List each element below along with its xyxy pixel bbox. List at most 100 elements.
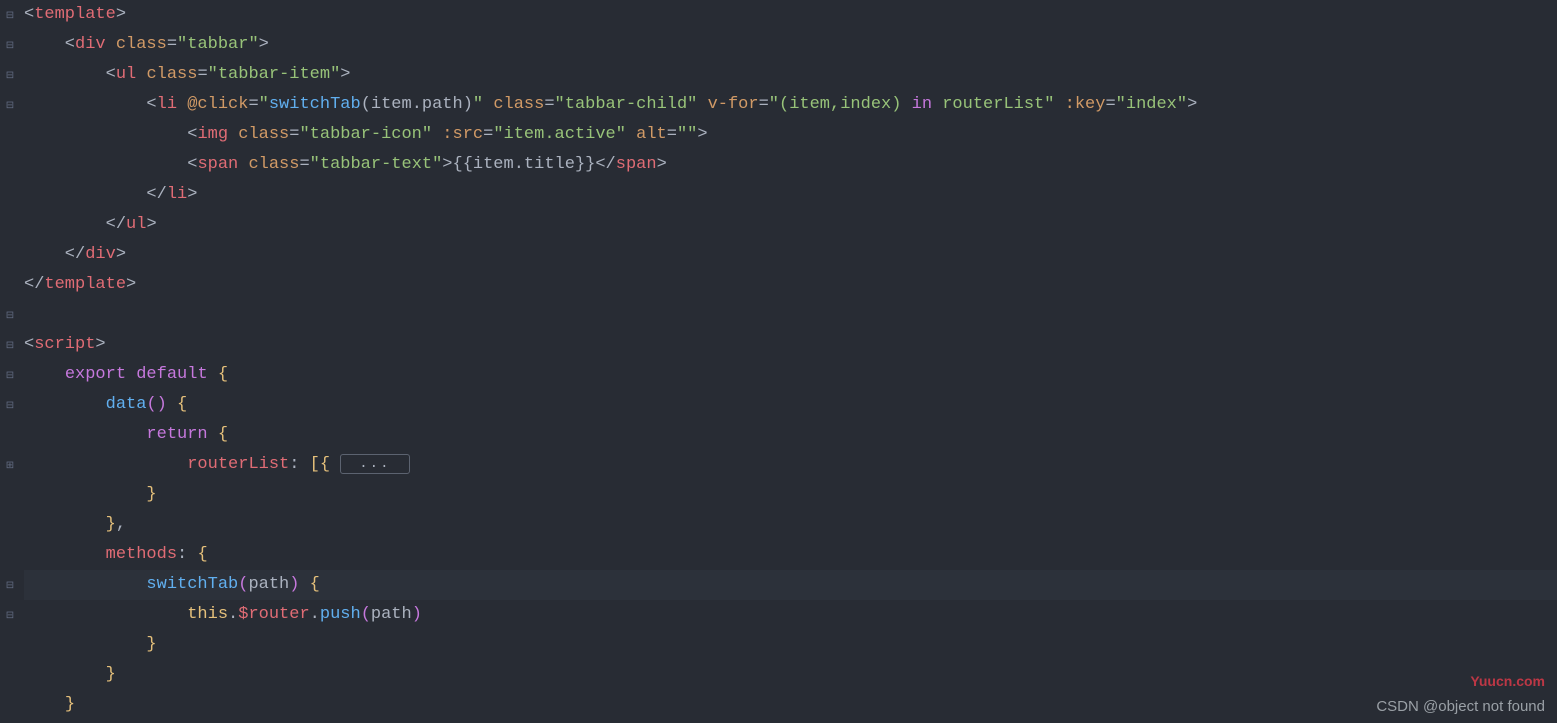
code-token: > (259, 35, 269, 54)
code-token: data (106, 395, 147, 414)
code-token: class (248, 155, 299, 174)
code-line[interactable]: </template> (24, 270, 1557, 300)
fold-gutter[interactable] (0, 0, 20, 723)
code-line[interactable]: }, (24, 510, 1557, 540)
code-token: { (218, 365, 228, 384)
code-line[interactable]: export default { (24, 360, 1557, 390)
fold-collapse-icon[interactable] (0, 0, 20, 30)
code-token: [{ (310, 455, 341, 474)
code-token (24, 485, 146, 504)
code-token: span (616, 155, 657, 174)
code-line[interactable]: <span class="tabbar-text">{{item.title}}… (24, 150, 1557, 180)
gutter-blank (0, 510, 20, 540)
gutter-blank (0, 630, 20, 660)
code-token: = (299, 155, 309, 174)
code-token: ( (238, 575, 248, 594)
folded-region[interactable]: ... (340, 454, 409, 474)
fold-collapse-icon[interactable] (0, 600, 20, 630)
code-line[interactable]: routerList: [{ ... (24, 450, 1557, 480)
fold-expand-icon[interactable] (0, 450, 20, 480)
code-line[interactable]: this.$router.push(path) (24, 600, 1557, 630)
code-token: . (514, 155, 524, 174)
code-token: = (1105, 95, 1115, 114)
code-token: path (371, 605, 412, 624)
code-token: title (524, 155, 575, 174)
code-token: "" (677, 125, 697, 144)
code-line[interactable]: switchTab(path) { (24, 570, 1557, 600)
code-token: div (75, 35, 116, 54)
code-token: >{{ (442, 155, 473, 174)
code-token: template (34, 5, 116, 24)
code-token: </ (24, 215, 126, 234)
gutter-blank (0, 660, 20, 690)
gutter-blank (0, 270, 20, 300)
code-token: = (483, 125, 493, 144)
code-token: } (106, 515, 116, 534)
gutter-blank (0, 540, 20, 570)
code-token: } (146, 485, 156, 504)
code-editor[interactable]: <template> <div class="tabbar"> <ul clas… (0, 0, 1557, 723)
code-line[interactable]: </div> (24, 240, 1557, 270)
gutter-blank (0, 210, 20, 240)
code-token: ul (126, 215, 146, 234)
code-token: div (85, 245, 116, 264)
fold-collapse-icon[interactable] (0, 300, 20, 330)
code-token: = (167, 35, 177, 54)
code-token (24, 665, 106, 684)
code-token: v-for (708, 95, 759, 114)
code-line[interactable]: <li @click="switchTab(item.path)" class=… (24, 90, 1557, 120)
code-token: > (116, 5, 126, 24)
code-line[interactable]: return { (24, 420, 1557, 450)
fold-collapse-icon[interactable] (0, 60, 20, 90)
code-line[interactable]: <img class="tabbar-icon" :src="item.acti… (24, 120, 1557, 150)
code-token: :src (442, 125, 483, 144)
fold-collapse-icon[interactable] (0, 390, 20, 420)
code-token: > (116, 245, 126, 264)
fold-collapse-icon[interactable] (0, 330, 20, 360)
gutter-blank (0, 480, 20, 510)
fold-collapse-icon[interactable] (0, 30, 20, 60)
code-token: . (228, 605, 238, 624)
code-token: ) (412, 605, 422, 624)
code-line[interactable]: methods: { (24, 540, 1557, 570)
fold-collapse-icon[interactable] (0, 90, 20, 120)
code-line[interactable]: } (24, 690, 1557, 720)
code-line[interactable]: } (24, 630, 1557, 660)
code-line[interactable]: <div class="tabbar"> (24, 30, 1557, 60)
code-token: { (310, 575, 320, 594)
code-line[interactable]: <template> (24, 0, 1557, 30)
code-token: = (248, 95, 258, 114)
code-token: . (412, 95, 422, 114)
code-token: switchTab (146, 575, 238, 594)
code-token (24, 575, 146, 594)
code-token: this (187, 605, 228, 624)
code-line[interactable]: <script> (24, 330, 1557, 360)
code-line[interactable]: data() { (24, 390, 1557, 420)
code-token: , (116, 515, 126, 534)
code-line[interactable]: </ul> (24, 210, 1557, 240)
code-token: in (912, 95, 932, 114)
code-line[interactable]: } (24, 480, 1557, 510)
code-token: $router (238, 605, 309, 624)
code-line[interactable]: } (24, 660, 1557, 690)
code-area[interactable]: <template> <div class="tabbar"> <ul clas… (20, 0, 1557, 723)
code-token: { (177, 395, 187, 414)
code-token: : (177, 545, 197, 564)
code-token: > (697, 125, 707, 144)
code-token: class (238, 125, 289, 144)
gutter-blank (0, 690, 20, 720)
code-line[interactable] (24, 300, 1557, 330)
code-token (24, 605, 187, 624)
gutter-blank (0, 180, 20, 210)
code-line[interactable]: <ul class="tabbar-item"> (24, 60, 1557, 90)
code-token: { (218, 425, 228, 444)
fold-collapse-icon[interactable] (0, 570, 20, 600)
code-token: img (197, 125, 238, 144)
gutter-blank (0, 120, 20, 150)
code-token: </ (24, 245, 85, 264)
code-line[interactable]: </li> (24, 180, 1557, 210)
code-token: switchTab (269, 95, 361, 114)
code-token: ( (361, 95, 371, 114)
fold-collapse-icon[interactable] (0, 360, 20, 390)
code-token: . (310, 605, 320, 624)
